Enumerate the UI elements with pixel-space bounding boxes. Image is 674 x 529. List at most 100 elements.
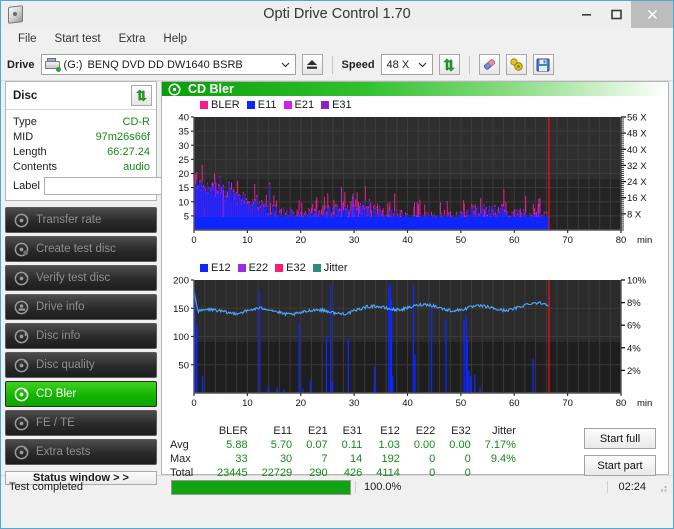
disc-refresh-button[interactable] <box>131 85 152 106</box>
save-button[interactable] <box>532 54 554 75</box>
drive-info-icon <box>14 300 29 314</box>
stat-total-e11: 22729 <box>261 467 293 479</box>
statistics-table: BLER E11 E21 E31 E12 E22 E32 Jitter Avg <box>168 424 523 480</box>
disc-key-label: Label <box>13 179 40 192</box>
bitsetting-button[interactable] <box>505 54 527 75</box>
disc-key-mid: MID <box>13 130 34 143</box>
disc-panel-header: Disc <box>6 82 156 110</box>
menu-file[interactable]: File <box>9 31 46 47</box>
svg-text:20: 20 <box>295 235 306 246</box>
legend-swatch-e12 <box>200 263 208 272</box>
stat-max-e21: 7 <box>321 453 328 465</box>
stat-total-e32: 0 <box>464 467 471 479</box>
cd-bler-icon <box>168 82 181 96</box>
disc-properties: Type CD-R MID 97m26s66f Length 66:27.24 … <box>6 110 243 200</box>
progress-percent: 100.0% <box>355 481 441 493</box>
chart-e12: E12 E22 E32 Jitter 50 100 150 200 0 10 20 30 40 5… <box>164 261 664 422</box>
refresh-button[interactable] <box>438 54 460 75</box>
table-row: Avg 5.88 5.70 0.07 0.11 1.03 0.00 0.00 7… <box>168 438 523 452</box>
stat-avg-e32: 0.00 <box>449 439 471 451</box>
svg-text:56 X: 56 X <box>627 113 647 124</box>
disc-burn-icon <box>14 242 29 256</box>
sidebar-item-label: Extra tests <box>36 446 91 458</box>
stat-max-e12: 192 <box>381 453 400 465</box>
sidebar-item-cd-bler[interactable]: CD Bler <box>5 381 157 407</box>
stat-max-jitter: 9.4% <box>490 453 516 465</box>
drive-label: Drive <box>7 58 35 71</box>
window-controls <box>571 1 673 28</box>
resize-grip-icon[interactable] <box>656 481 668 493</box>
sidebar-item-create-test-disc[interactable]: Create test disc <box>5 236 157 262</box>
eraser-icon <box>483 59 495 70</box>
sidebar-item-disc-info[interactable]: Disc info <box>5 323 157 349</box>
sidebar-item-verify-test-disc[interactable]: Verify test disc <box>5 265 157 291</box>
status-message: Test completed <box>9 481 83 493</box>
stat-total-jitter <box>478 466 523 480</box>
disc-panel-title: Disc <box>13 89 38 102</box>
sidebar-item-transfer-rate[interactable]: Transfer rate <box>5 207 157 233</box>
disc-key-length: Length <box>13 145 47 158</box>
main-panel-title: CD Bler <box>188 82 234 96</box>
start-part-button[interactable]: Start part <box>584 455 656 476</box>
stat-col-e12: E12 <box>380 424 400 437</box>
refresh-icon <box>443 57 455 72</box>
minimize-button[interactable] <box>571 1 601 28</box>
disc-row-type: Type CD-R <box>13 114 150 129</box>
stat-total-e12: 4114 <box>376 467 400 479</box>
drive-select[interactable]: (G:) BENQ DVD DD DW1640 BSRB <box>40 54 296 75</box>
menu-help[interactable]: Help <box>154 31 196 47</box>
speed-select[interactable]: 48 X <box>380 54 433 75</box>
sidebar-item-extra-tests[interactable]: Extra tests <box>5 439 157 465</box>
chevron-down-icon <box>418 62 426 68</box>
stat-total-bler: 23445 <box>217 467 248 479</box>
stat-col-e32: E32 <box>451 424 471 437</box>
erase-button[interactable] <box>478 54 500 75</box>
svg-text:50: 50 <box>178 360 189 371</box>
sidebar-item-fe-te[interactable]: FE / TE <box>5 410 157 436</box>
stat-max-e32: 0 <box>464 453 471 465</box>
chart-bler: BLER E11 E21 E31 5 10 15 20 25 30 35 40 0 10 20 30 4… <box>164 98 664 259</box>
stat-avg-e12: 1.03 <box>378 439 400 451</box>
legend-label-bler: BLER <box>211 98 240 111</box>
legend-label-e11: E11 <box>257 98 277 111</box>
table-row: Total 23445 22729 290 426 4114 0 0 <box>168 466 523 480</box>
disc-verify-icon <box>14 271 29 285</box>
svg-text:4%: 4% <box>627 343 641 354</box>
svg-text:min: min <box>637 235 652 246</box>
stat-total-e21: 290 <box>309 467 328 479</box>
menu-start-test[interactable]: Start test <box>46 31 110 47</box>
svg-text:10: 10 <box>178 197 189 208</box>
stat-col-e22: E22 <box>415 424 436 437</box>
maximize-button[interactable] <box>601 1 631 28</box>
elapsed-time: 02:24 <box>607 481 656 493</box>
stat-col-e31: E31 <box>342 424 363 437</box>
svg-text:5: 5 <box>184 211 189 222</box>
eject-icon <box>307 60 318 69</box>
progress-bar-fill <box>172 480 350 494</box>
svg-text:70: 70 <box>562 398 573 409</box>
svg-text:8%: 8% <box>627 298 641 309</box>
stat-avg-e31: 0.11 <box>341 439 363 451</box>
sidebar-item-disc-quality[interactable]: Disc quality <box>5 352 157 378</box>
disc-value-length: 66:27.24 <box>107 145 150 158</box>
menu-extra[interactable]: Extra <box>110 31 155 47</box>
eject-button[interactable] <box>301 54 323 75</box>
content-area: Disc Type CD-R MID 97m26s66f Length 66:2… <box>1 81 673 485</box>
stat-max-e22: 0 <box>429 453 436 465</box>
svg-text:30: 30 <box>349 235 360 246</box>
close-button[interactable] <box>631 1 673 28</box>
disc-value-mid: 97m26s66f <box>95 130 150 143</box>
svg-text:10: 10 <box>242 235 253 246</box>
chart-e12-plot: 50 100 150 200 0 10 20 30 40 50 60 70 80 min 2% 4% 6% 8% 1… <box>173 276 652 410</box>
main-panel-header: CD Bler <box>162 82 668 96</box>
svg-text:70: 70 <box>562 235 573 246</box>
sidebar-item-drive-info[interactable]: Drive info <box>5 294 157 320</box>
stat-row-label-max: Max <box>170 453 191 465</box>
svg-text:100: 100 <box>173 332 189 343</box>
sidebar-item-label: FE / TE <box>36 417 75 429</box>
svg-text:20: 20 <box>178 169 189 180</box>
refresh-icon <box>136 89 147 102</box>
legend-label-e21: E21 <box>294 98 315 111</box>
start-full-button[interactable]: Start full <box>584 428 656 449</box>
nav-list: Transfer rate Create test disc Verify te… <box>5 207 157 465</box>
